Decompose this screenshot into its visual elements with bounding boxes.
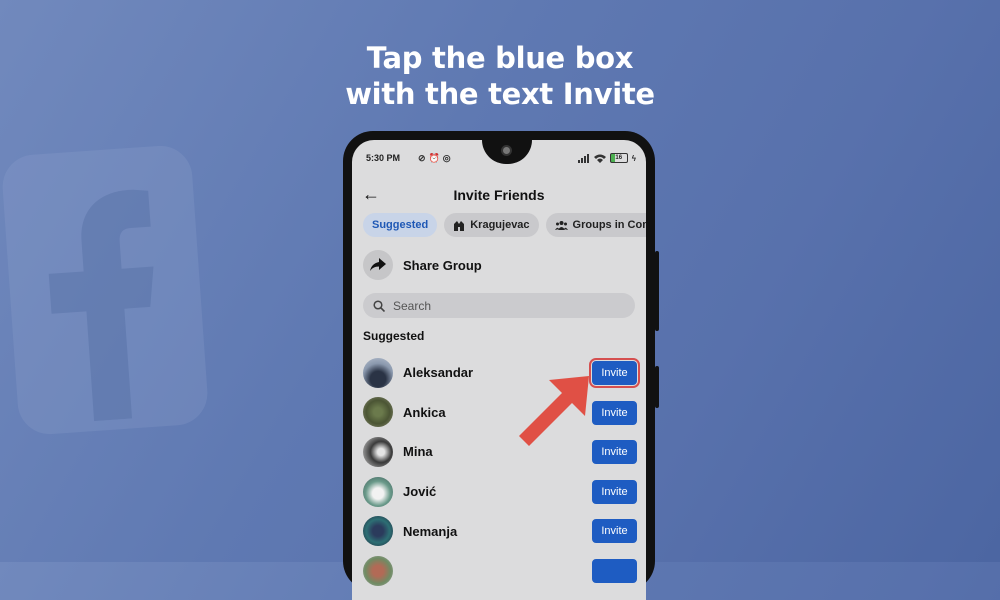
- search-input[interactable]: [393, 298, 593, 313]
- avatar[interactable]: [363, 357, 393, 388]
- instagram-icon: ◎: [442, 153, 454, 163]
- list-item: [363, 551, 637, 591]
- city-icon: [454, 220, 465, 231]
- alarm-icon: ⏰: [428, 153, 443, 163]
- avatar[interactable]: [363, 397, 393, 428]
- headline-line-1: Tap the blue box: [366, 41, 634, 75]
- phone-frame: 5:30 PM ⊘⏰◎ 16 ϟ ← Invite Friends Sugges…: [343, 131, 659, 600]
- invite-button[interactable]: Invite: [592, 479, 637, 504]
- chip-label: Kragujevac: [470, 219, 530, 231]
- avatar[interactable]: [363, 436, 393, 467]
- facebook-logo-watermark: [0, 143, 210, 437]
- share-group-label: Share Group: [403, 257, 482, 273]
- avatar[interactable]: [363, 516, 393, 547]
- phone-screen: 5:30 PM ⊘⏰◎ 16 ϟ ← Invite Friends Sugges…: [352, 140, 646, 600]
- invite-button[interactable]: [592, 558, 637, 583]
- signal-icon: [577, 153, 589, 163]
- top-bar: ← Invite Friends: [352, 184, 646, 208]
- invite-button[interactable]: Invite: [592, 519, 637, 544]
- chip-suggested[interactable]: Suggested: [363, 213, 438, 237]
- charging-icon: ϟ: [631, 153, 636, 163]
- invite-button[interactable]: Invite: [589, 358, 640, 388]
- avatar[interactable]: [363, 476, 393, 507]
- chip-label: Groups in Comm: [572, 219, 646, 231]
- red-pointer-arrow-icon: [519, 376, 589, 446]
- chip-groups-in-common[interactable]: Groups in Comm: [545, 213, 646, 237]
- facebook-f-icon: [48, 189, 154, 422]
- invite-button[interactable]: Invite: [592, 440, 637, 465]
- list-item: Aleksandar Invite: [363, 353, 640, 393]
- avatar[interactable]: [363, 555, 393, 586]
- share-group-button[interactable]: Share Group: [363, 250, 482, 280]
- status-time: 5:30 PM: [366, 153, 401, 163]
- invite-button[interactable]: Invite: [592, 400, 637, 425]
- power-button: [655, 366, 659, 408]
- friend-name: Ankica: [403, 404, 446, 420]
- search-bar: [363, 293, 635, 318]
- chip-label: Suggested: [372, 219, 429, 231]
- headline-line-2: with the text Invite: [345, 77, 655, 111]
- instruction-headline: Tap the blue box with the text Invite: [0, 40, 1000, 112]
- page-title: Invite Friends: [453, 187, 545, 203]
- friend-name: Jović: [403, 484, 437, 500]
- list-item: Nemanja Invite: [363, 511, 637, 551]
- volume-button: [655, 251, 659, 331]
- list-item: Jović Invite: [363, 472, 637, 512]
- no-sync-icon: ⊘: [418, 153, 429, 163]
- friend-name: Aleksandar: [403, 365, 474, 381]
- wifi-icon: [593, 154, 606, 163]
- share-arrow-icon: [370, 258, 386, 271]
- list-item: Ankica Invite: [363, 393, 637, 433]
- list-item: Mina Invite: [363, 432, 637, 472]
- friend-name: Nemanja: [403, 523, 458, 539]
- groups-icon: [554, 221, 568, 230]
- section-title-suggested: Suggested: [363, 329, 425, 343]
- friend-list: Aleksandar Invite Ankica Invite Mina Inv…: [363, 353, 640, 591]
- filter-chips: Suggested Kragujevac Groups in Comm: [363, 213, 646, 237]
- chip-kragujevac[interactable]: Kragujevac: [444, 213, 539, 237]
- friend-name: Mina: [403, 444, 433, 460]
- search-icon: [373, 299, 385, 312]
- status-bar: 5:30 PM ⊘⏰◎ 16 ϟ: [366, 153, 636, 167]
- battery-icon: 16: [609, 153, 628, 163]
